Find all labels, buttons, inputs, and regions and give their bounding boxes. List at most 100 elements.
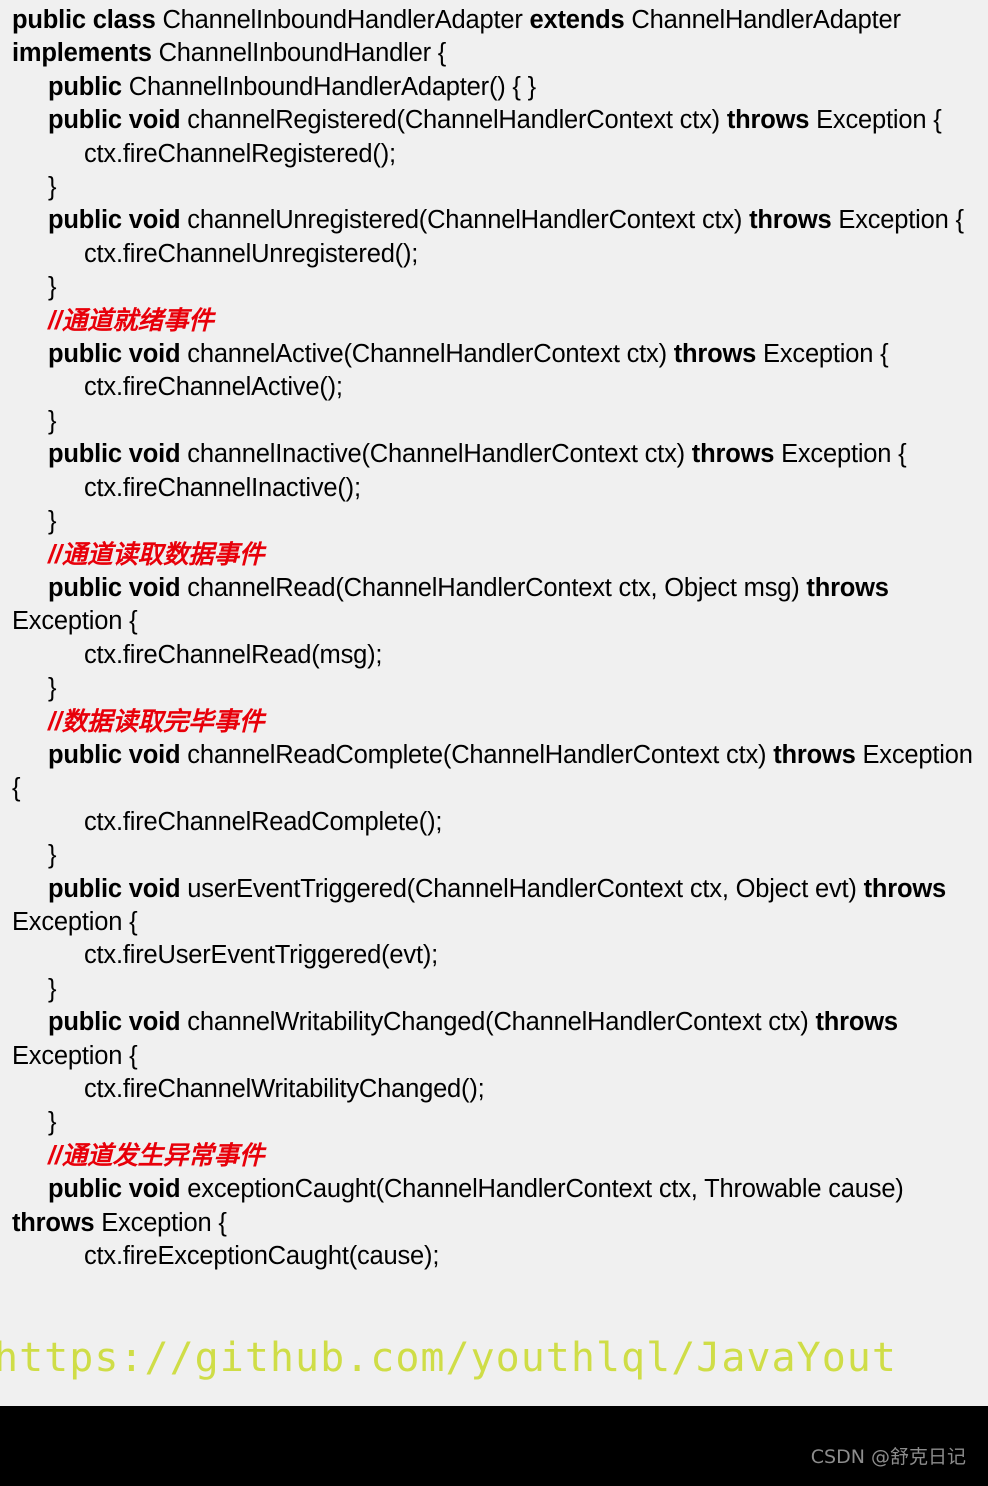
java-code-block: public class ChannelInboundHandlerAdapte…: [0, 0, 988, 1273]
code-line: //通道读取数据事件: [12, 539, 980, 572]
code-keyword: throws: [806, 573, 896, 602]
code-keyword: public void: [48, 440, 188, 469]
code-line: }: [12, 505, 980, 538]
code-line: }: [12, 672, 980, 705]
code-line: }: [12, 1106, 980, 1139]
code-comment: //通道读取数据事件: [48, 540, 265, 569]
code-text: Exception {: [12, 1041, 138, 1070]
code-line: ctx.fireExceptionCaught(cause);: [12, 1240, 980, 1273]
code-keyword: public void: [48, 206, 188, 235]
code-text: ctx.fireChannelRegistered();: [84, 139, 396, 168]
code-line: }: [12, 271, 980, 304]
code-line: ctx.fireChannelInactive();: [12, 472, 980, 505]
code-line: public void channelRegistered(ChannelHan…: [12, 104, 980, 137]
code-line: public void channelActive(ChannelHandler…: [12, 338, 980, 371]
code-line: public void channelRead(ChannelHandlerCo…: [12, 572, 980, 639]
code-text: userEventTriggered(ChannelHandlerContext…: [187, 874, 864, 903]
code-line: }: [12, 171, 980, 204]
code-keyword: public void: [48, 874, 188, 903]
code-line: ctx.fireChannelWritabilityChanged();: [12, 1073, 980, 1106]
code-text: Exception {: [12, 907, 138, 936]
code-text: ctx.fireChannelWritabilityChanged();: [84, 1075, 485, 1103]
code-text: }: [48, 273, 57, 302]
code-text: }: [48, 507, 57, 536]
code-text: channelReadComplete(ChannelHandlerContex…: [187, 740, 774, 769]
code-text: ChannelInboundHandlerAdapter: [162, 6, 530, 34]
code-text: ctx.fireUserEventTriggered(evt);: [84, 941, 439, 970]
code-text: }: [48, 674, 57, 703]
code-keyword: public class: [12, 6, 163, 34]
code-keyword: public void: [48, 573, 188, 602]
code-keyword: implements: [12, 39, 159, 68]
code-text: ctx.fireChannelRead(msg);: [84, 640, 383, 669]
code-comment: //数据读取完毕事件: [48, 707, 265, 736]
code-text: ctx.fireChannelActive();: [84, 373, 343, 402]
code-keyword: throws: [12, 1208, 102, 1237]
code-line: public void channelInactive(ChannelHandl…: [12, 438, 980, 471]
code-keyword: throws: [773, 740, 863, 769]
code-text: channelRead(ChannelHandlerContext ctx, O…: [187, 573, 807, 602]
code-text: }: [48, 173, 57, 202]
code-line: ctx.fireChannelRegistered();: [12, 138, 980, 171]
csdn-author-watermark: CSDN @舒克日记: [810, 1446, 966, 1468]
code-line: public ChannelInboundHandlerAdapter() { …: [12, 71, 980, 104]
code-line: //通道就绪事件: [12, 305, 980, 338]
code-text: channelActive(ChannelHandlerContext ctx): [187, 340, 674, 369]
code-line: }: [12, 405, 980, 438]
code-text: }: [48, 974, 57, 1003]
code-keyword: throws: [673, 340, 764, 369]
code-keyword: extends: [529, 6, 632, 34]
code-keyword: throws: [726, 106, 817, 135]
code-text: channelRegistered(ChannelHandlerContext …: [187, 106, 727, 135]
code-text: Exception {: [101, 1208, 227, 1237]
code-text: exceptionCaught(ChannelHandlerContext ct…: [187, 1175, 911, 1204]
code-line: ctx.fireUserEventTriggered(evt);: [12, 939, 980, 972]
code-text: ChannelInboundHandler {: [158, 39, 447, 68]
code-keyword: public void: [48, 740, 188, 769]
code-text: channelInactive(ChannelHandlerContext ct…: [187, 440, 692, 469]
code-text: ChannelHandlerAdapter: [631, 6, 908, 34]
code-keyword: public void: [48, 1175, 188, 1204]
code-comment: //通道发生异常事件: [48, 1141, 265, 1170]
code-line: public void channelReadComplete(ChannelH…: [12, 739, 980, 806]
code-text: }: [48, 1108, 57, 1137]
code-snippet-area: public class ChannelInboundHandlerAdapte…: [0, 0, 988, 1406]
code-keyword: throws: [749, 206, 839, 235]
bottom-black-bar: CSDN @舒克日记: [0, 1406, 988, 1486]
code-line: ctx.fireChannelReadComplete();: [12, 806, 980, 839]
code-keyword: public void: [48, 106, 188, 135]
code-keyword: public void: [48, 340, 188, 369]
code-text: ctx.fireExceptionCaught(cause);: [84, 1242, 440, 1271]
code-text: ctx.fireChannelReadComplete();: [84, 807, 443, 836]
code-text: channelWritabilityChanged(ChannelHandler…: [187, 1008, 816, 1037]
code-keyword: throws: [815, 1008, 905, 1037]
code-text: Exception {: [838, 206, 964, 235]
code-text: Exception {: [781, 440, 907, 469]
code-text: Exception {: [816, 106, 942, 135]
code-line: ctx.fireChannelUnregistered();: [12, 238, 980, 271]
code-line: public void channelUnregistered(ChannelH…: [12, 204, 980, 237]
screenshot-page: public class ChannelInboundHandlerAdapte…: [0, 0, 988, 1486]
code-text: Exception {: [12, 607, 138, 636]
code-text: Exception {: [763, 340, 889, 369]
code-line: public void userEventTriggered(ChannelHa…: [12, 873, 980, 940]
code-line: }: [12, 839, 980, 872]
code-text: }: [48, 406, 57, 435]
code-line: public class ChannelInboundHandlerAdapte…: [12, 4, 980, 71]
code-line: public void channelWritabilityChanged(Ch…: [12, 1006, 980, 1073]
code-line: }: [12, 973, 980, 1006]
code-text: channelUnregistered(ChannelHandlerContex…: [187, 206, 750, 235]
code-text: }: [48, 841, 57, 870]
code-text: ChannelInboundHandlerAdapter() { }: [128, 72, 536, 101]
code-keyword: throws: [863, 874, 953, 903]
code-line: ctx.fireChannelRead(msg);: [12, 639, 980, 672]
code-text: ctx.fireChannelUnregistered();: [84, 239, 419, 268]
code-keyword: throws: [691, 440, 782, 469]
code-comment: //通道就绪事件: [48, 306, 214, 335]
code-text: ctx.fireChannelInactive();: [84, 473, 361, 502]
code-keyword: public: [48, 72, 129, 101]
code-line: //通道发生异常事件: [12, 1140, 980, 1173]
code-line: //数据读取完毕事件: [12, 706, 980, 739]
code-keyword: public void: [48, 1008, 188, 1037]
code-line: ctx.fireChannelActive();: [12, 371, 980, 404]
